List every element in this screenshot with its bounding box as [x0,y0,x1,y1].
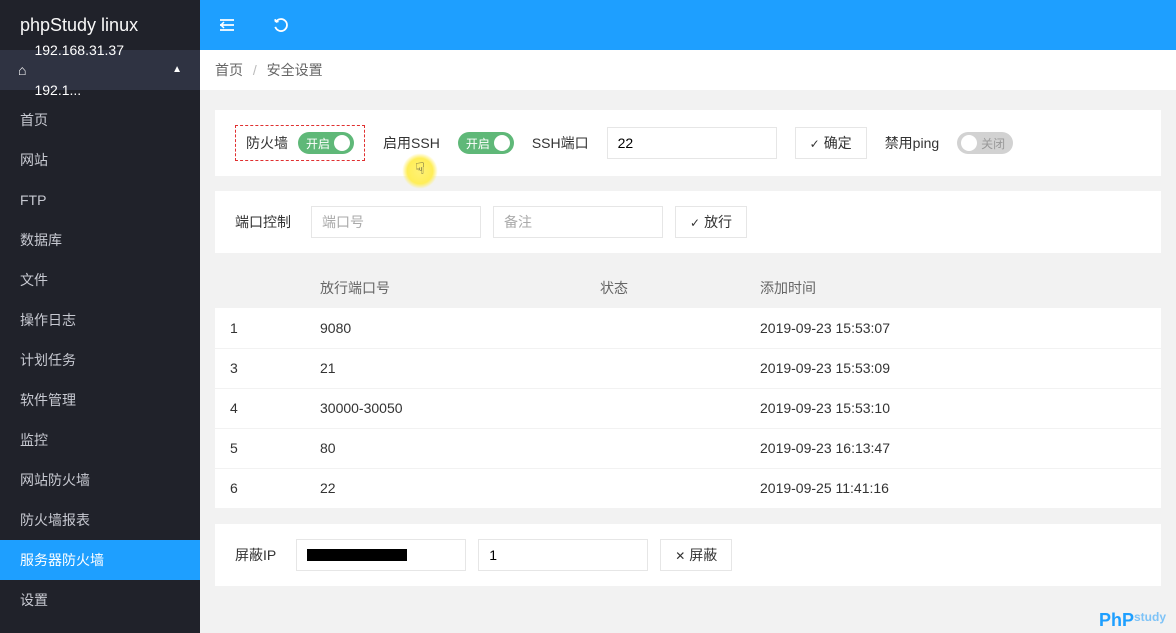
block-count-input[interactable] [478,539,648,571]
topbar [200,0,1176,50]
firewall-settings-card: 防火墙 开启 启用SSH 开启 SSH端口 确定 禁用ping 关闭 [215,110,1161,176]
breadcrumb-home[interactable]: 首页 [215,62,243,78]
x-icon [675,547,685,563]
breadcrumb: 首页 / 安全设置 [200,50,1176,90]
switch-knob [961,135,977,151]
col-time: 添加时间 [745,268,1161,308]
col-idx [215,268,305,308]
refresh-icon[interactable] [269,13,293,37]
firewall-label: 防火墙 [246,133,288,153]
block-ip-label: 屏蔽IP [235,545,276,565]
nav-list: 首页网站FTP数据库文件操作日志计划任务软件管理监控网站防火墙防火墙报表服务器防… [0,90,200,620]
cell-idx: 1 [215,308,305,348]
nav-item-serverfw[interactable]: 服务器防火墙 [0,540,200,580]
port-table: 放行端口号 状态 添加时间 190802019-09-23 15:53:0732… [215,268,1161,509]
ssh-port-input[interactable] [607,127,777,159]
confirm-button[interactable]: 确定 [795,127,867,159]
nav-item-monitor[interactable]: 监控 [0,420,200,460]
cell-status [585,428,745,468]
cell-idx: 4 [215,388,305,428]
firewall-switch[interactable]: 开启 [298,132,354,154]
remark-input[interactable] [493,206,663,238]
nav-item-soft[interactable]: 软件管理 [0,380,200,420]
block-button[interactable]: 屏蔽 [660,539,732,571]
table-row: 430000-30050 2019-09-23 15:53:10 [215,388,1161,428]
check-icon [810,135,820,151]
cell-time: 2019-09-23 15:53:10 [745,388,1161,428]
nav-item-db[interactable]: 数据库 [0,220,200,260]
cell-time: 2019-09-23 16:13:47 [745,428,1161,468]
cell-status [585,308,745,348]
cell-port: 30000-30050 [305,388,585,428]
port-control-label: 端口控制 [235,212,291,232]
breadcrumb-sep: / [253,62,257,78]
ip-text: 192.168.31.37 192.1... [34,30,164,110]
cell-port: 80 [305,428,585,468]
cell-port: 21 [305,348,585,388]
cell-status [585,468,745,508]
cell-port: 22 [305,468,585,508]
ssh-label: 启用SSH [383,133,440,153]
menu-toggle-icon[interactable] [215,13,239,37]
ping-label: 禁用ping [885,133,939,153]
cell-idx: 6 [215,468,305,508]
sidebar: phpStudy linux ⌂ 192.168.31.37 192.1... … [0,0,200,633]
block-ip-input[interactable] [296,539,466,571]
block-ip-card: 屏蔽IP 屏蔽 [215,524,1161,586]
switch-knob [334,135,350,151]
port-control-card: 端口控制 放行 [215,191,1161,253]
table-row: 580 2019-09-23 16:13:47 [215,428,1161,468]
firewall-highlight: 防火墙 开启 [235,125,365,161]
ssh-port-label: SSH端口 [532,133,589,153]
cell-idx: 5 [215,428,305,468]
port-table-card: 放行端口号 状态 添加时间 190802019-09-23 15:53:0732… [215,268,1161,509]
table-body: 19080 2019-09-23 15:53:07 321 2019-09-23 15… [215,308,1161,508]
switch-knob [494,135,510,151]
table-row: 321 2019-09-23 15:53:09 [215,348,1161,388]
ssh-switch[interactable]: 开启 [458,132,514,154]
nav-item-fwreport[interactable]: 防火墙报表 [0,500,200,540]
nav-item-settings[interactable]: 设置 [0,580,200,620]
check-icon [690,214,700,230]
breadcrumb-current: 安全设置 [267,62,323,78]
port-input[interactable] [311,206,481,238]
ip-selector[interactable]: ⌂ 192.168.31.37 192.1... ▲ [0,50,200,90]
chevron-up-icon: ▲ [172,50,182,90]
cell-time: 2019-09-25 11:41:16 [745,468,1161,508]
col-port: 放行端口号 [305,268,585,308]
home-icon: ⌂ [18,50,26,90]
nav-item-webfw[interactable]: 网站防火墙 [0,460,200,500]
nav-item-oplog[interactable]: 操作日志 [0,300,200,340]
cell-status [585,388,745,428]
redacted-ip [307,549,407,561]
nav-item-ftp[interactable]: FTP [0,180,200,220]
watermark-logo: PhPstudy [1099,610,1166,631]
ping-switch[interactable]: 关闭 [957,132,1013,154]
col-status: 状态 [585,268,745,308]
content-area: 防火墙 开启 启用SSH 开启 SSH端口 确定 禁用ping 关闭 [200,95,1176,633]
allow-button[interactable]: 放行 [675,206,747,238]
cell-time: 2019-09-23 15:53:07 [745,308,1161,348]
nav-item-site[interactable]: 网站 [0,140,200,180]
cell-status [585,348,745,388]
cell-idx: 3 [215,348,305,388]
cell-time: 2019-09-23 15:53:09 [745,348,1161,388]
table-row: 622 2019-09-25 11:41:16 [215,468,1161,508]
nav-item-file[interactable]: 文件 [0,260,200,300]
table-header: 放行端口号 状态 添加时间 [215,268,1161,308]
nav-item-cron[interactable]: 计划任务 [0,340,200,380]
cell-port: 9080 [305,308,585,348]
table-row: 19080 2019-09-23 15:53:07 [215,308,1161,348]
